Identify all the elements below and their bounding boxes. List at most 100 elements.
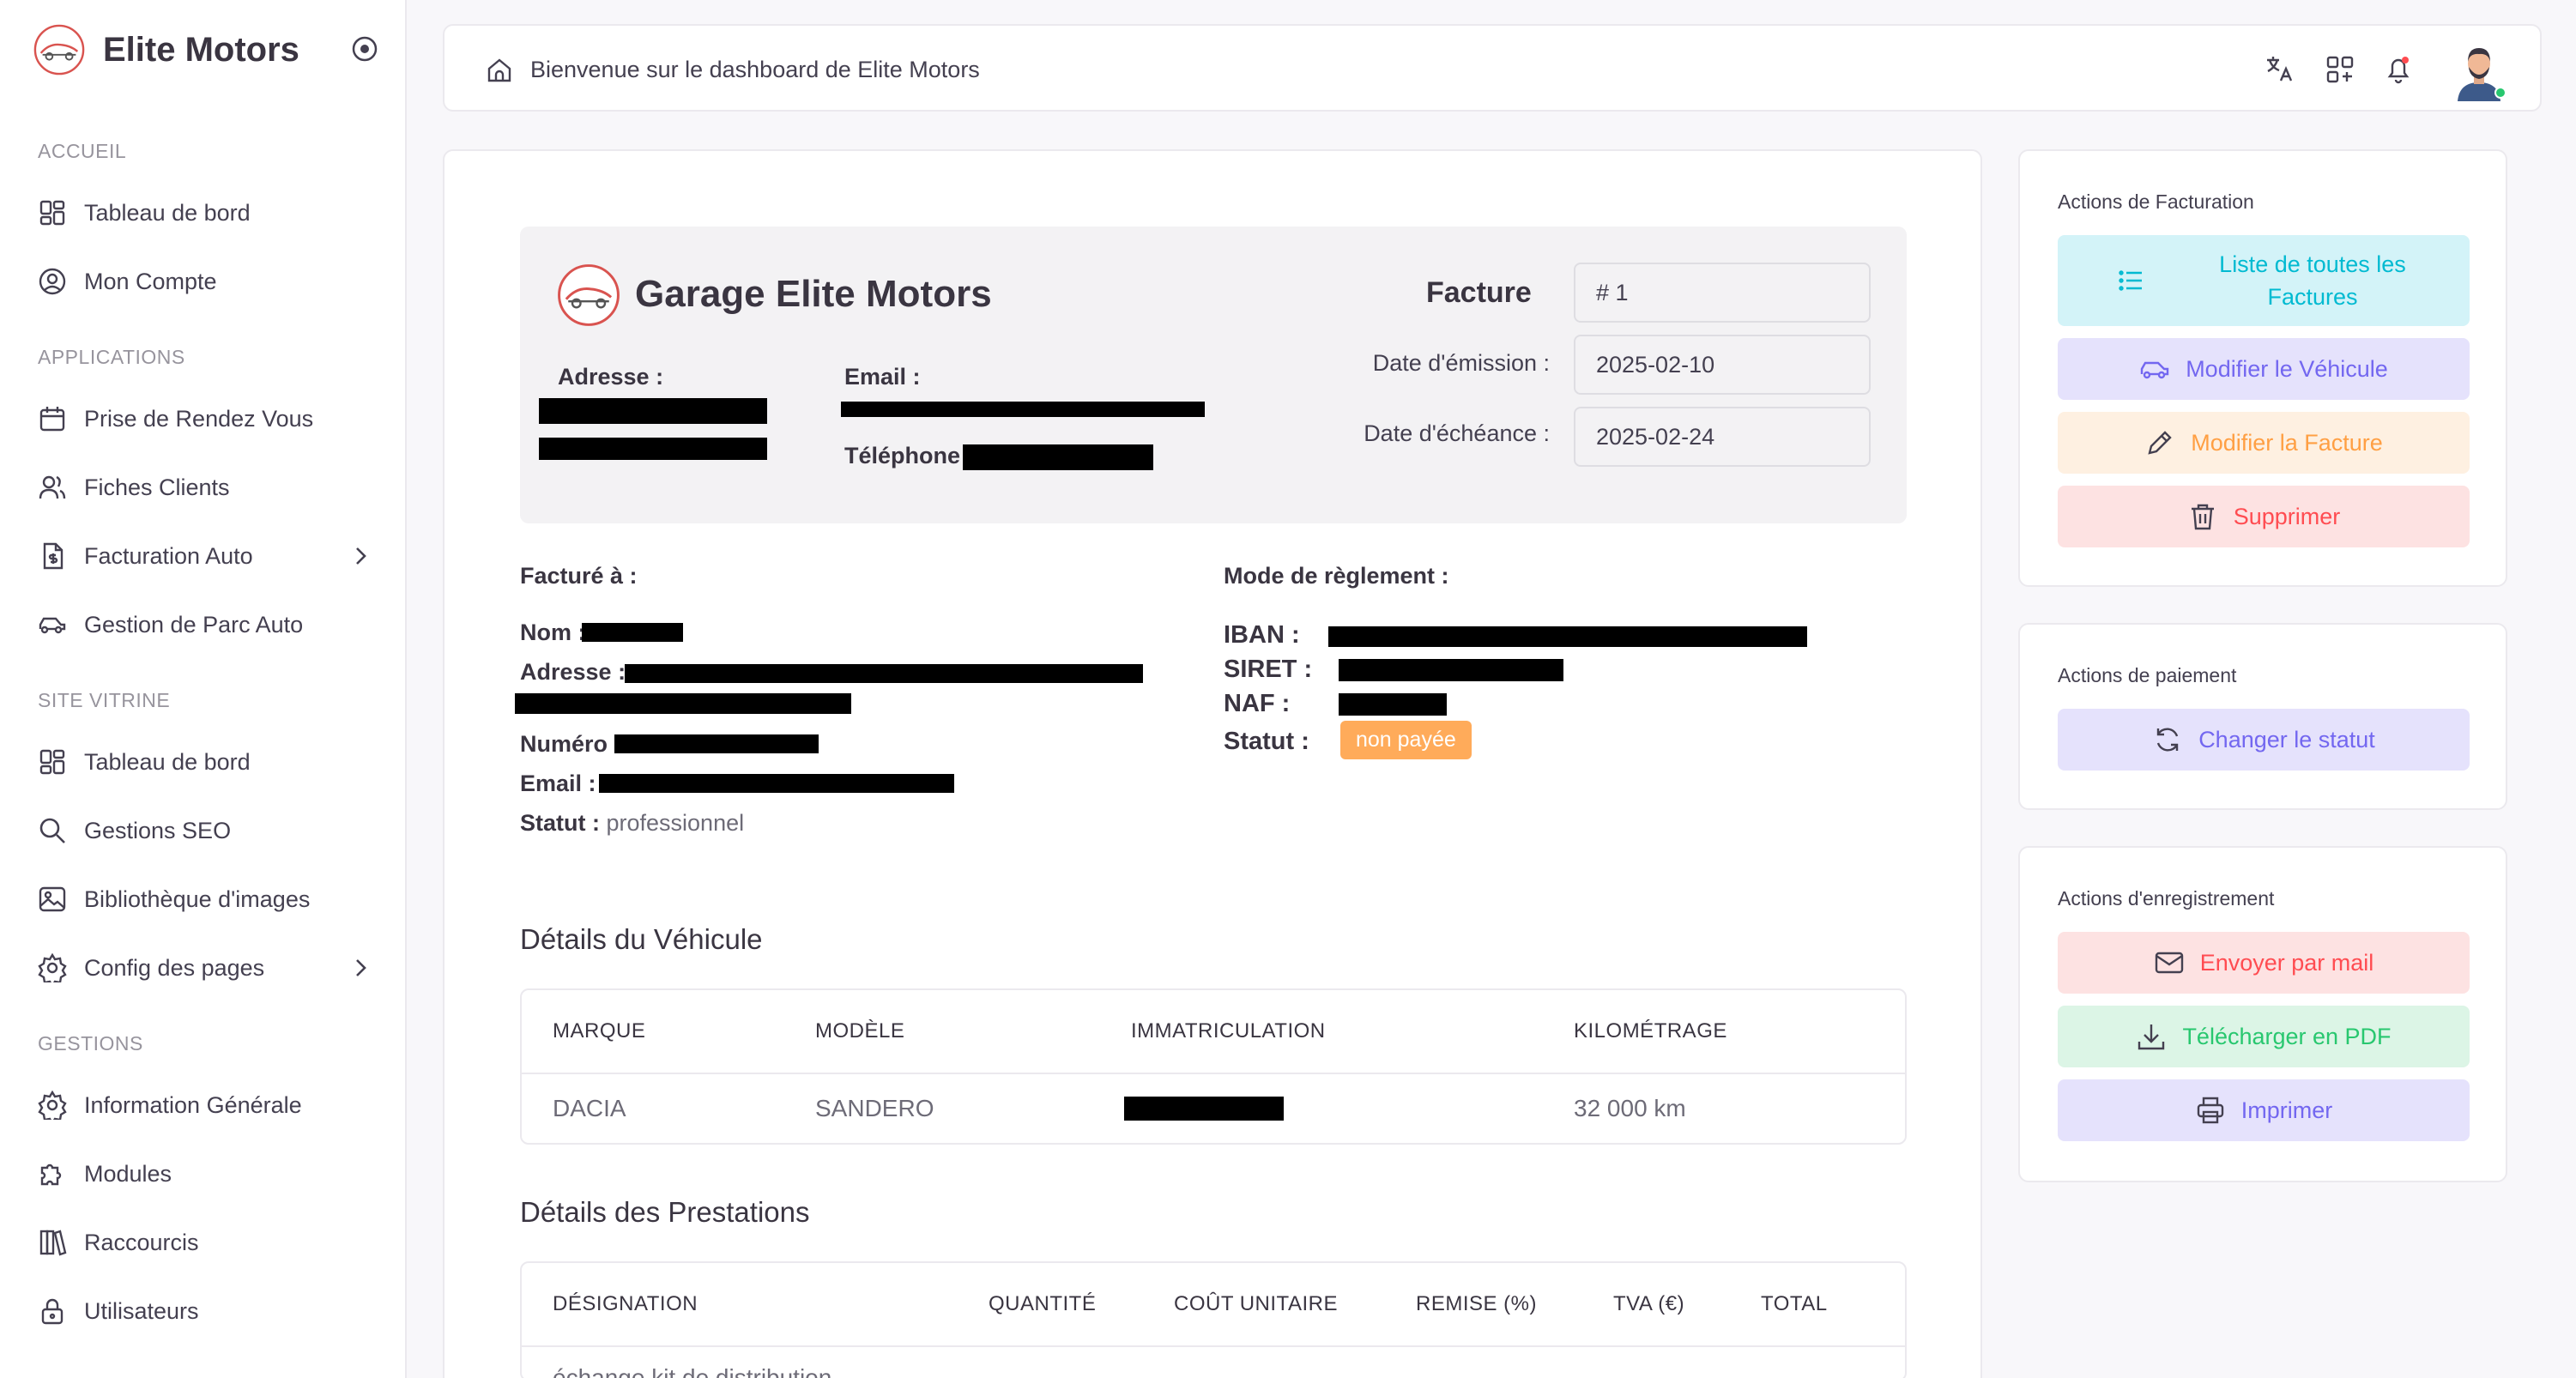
invoice-card: Garage Elite Motors Adresse : Email : Té…: [443, 149, 1982, 1378]
sidebar-item-facturation-auto[interactable]: Facturation Auto: [38, 532, 372, 580]
button-label: Envoyer par mail: [2199, 949, 2374, 976]
invoice-icon: [43, 542, 63, 570]
sidebar-item-label: Tableau de bord: [84, 748, 251, 775]
vehicle-details-title: Détails du Véhicule: [520, 923, 763, 955]
edit-vehicle-button[interactable]: Modifier le Véhicule: [2058, 338, 2470, 400]
redacted-address-line-1: [539, 398, 767, 424]
notification-bell-icon[interactable]: [2382, 53, 2415, 86]
avatar[interactable]: [2449, 38, 2509, 101]
lock-icon: [41, 1298, 63, 1325]
sidebar-item-label: Tableau de bord: [84, 199, 251, 226]
welcome-text: Bienvenue sur le dashboard de Elite Moto…: [530, 57, 980, 82]
sidebar-item-label: Mon Compte: [84, 268, 217, 294]
column-header: MODÈLE: [815, 1019, 905, 1043]
dashboard-icon: [39, 749, 65, 775]
edit-invoice-button[interactable]: Modifier la Facture: [2058, 412, 2470, 474]
payment-mode-title: Mode de règlement :: [1224, 563, 1449, 589]
column-header: DÉSIGNATION: [553, 1292, 698, 1315]
column-header: QUANTITÉ: [989, 1292, 1097, 1315]
redacted-iban: [1328, 626, 1807, 647]
brand-name: Elite Motors: [103, 30, 299, 69]
change-status-button[interactable]: Changer le statut: [2058, 709, 2470, 771]
sidebar: Elite Motors ACCUEIL Tableau de bord Mon…: [0, 0, 407, 1378]
billed-numero: Numéro :: [520, 731, 622, 757]
section-gestions: GESTIONS: [38, 1032, 143, 1055]
button-label: Modifier le Véhicule: [2186, 355, 2388, 382]
dashboard-icon: [39, 200, 65, 226]
redacted-siret: [1339, 659, 1563, 681]
sidebar-item-mon-compte[interactable]: Mon Compte: [38, 257, 372, 305]
chevron-right-icon: [356, 959, 366, 976]
settings-icon: [38, 953, 67, 982]
billed-statut: Statut : professionnel: [520, 810, 745, 836]
sidebar-item-tableau-de-bord-vitrine[interactable]: Tableau de bord: [38, 738, 372, 786]
column-header: COÛT UNITAIRE: [1174, 1292, 1338, 1315]
car-logo-icon: [33, 24, 85, 76]
sidebar-item-label: Gestions SEO: [84, 817, 232, 843]
divider: [522, 1073, 1905, 1074]
echeance-label: Date d'échéance :: [1364, 420, 1550, 446]
sidebar-item-parc-auto[interactable]: Gestion de Parc Auto: [38, 601, 372, 649]
calendar-icon: [39, 407, 65, 432]
redacted-numero: [614, 734, 819, 753]
redacted-email: [841, 402, 1205, 417]
sidebar-item-utilisateurs[interactable]: Utilisateurs: [38, 1287, 372, 1335]
sidebar-item-modules[interactable]: Modules: [38, 1150, 372, 1198]
vehicle-table: MARQUE MODÈLE IMMATRICULATION KILOMÉTRAG…: [520, 988, 1907, 1145]
sidebar-item-config-pages[interactable]: Config des pages: [38, 944, 372, 992]
sidebar-item-label: Information Générale: [84, 1091, 302, 1118]
billing-actions-title: Actions de Facturation: [2058, 190, 2254, 213]
save-actions-title: Actions d'enregistrement: [2058, 887, 2275, 910]
redacted-phone: [963, 444, 1153, 470]
redacted-adresse-1: [625, 664, 1143, 683]
address-label: Adresse :: [558, 364, 664, 390]
echeance-date-field[interactable]: 2025-02-24: [1574, 407, 1871, 467]
facture-label: Facture: [1426, 276, 1532, 309]
redacted-immatriculation: [1124, 1097, 1284, 1121]
sidebar-item-label: Bibliothèque d'images: [84, 885, 311, 912]
vehicle-marque: DACIA: [553, 1095, 626, 1121]
billed-email: Email :: [520, 771, 596, 796]
column-header: IMMATRICULATION: [1131, 1019, 1326, 1043]
car-icon: [39, 617, 66, 634]
print-button[interactable]: Imprimer: [2058, 1079, 2470, 1141]
delete-button[interactable]: Supprimer: [2058, 486, 2470, 547]
emission-date-field[interactable]: 2025-02-10: [1574, 335, 1871, 395]
brand[interactable]: Elite Motors: [33, 22, 393, 77]
billed-nom: Nom :: [520, 619, 586, 645]
button-label: Télécharger en PDF: [2182, 1023, 2392, 1049]
payment-actions-card: Actions de paiement Changer le statut: [2018, 623, 2507, 810]
translate-icon[interactable]: [2264, 53, 2296, 86]
facture-number-field[interactable]: # 1: [1574, 263, 1871, 323]
button-label: Imprimer: [2240, 1097, 2333, 1123]
user-circle-icon: [39, 268, 66, 295]
redacted-billed-email: [599, 774, 954, 793]
billing-actions-card: Actions de Facturation Liste de toutes l…: [2018, 149, 2507, 587]
invoice-list-button[interactable]: Liste de toutes les Factures: [2058, 235, 2470, 326]
send-mail-button[interactable]: Envoyer par mail: [2058, 932, 2470, 994]
apps-add-icon[interactable]: [2324, 53, 2356, 86]
redacted-nom: [582, 623, 683, 642]
search-icon: [39, 818, 65, 843]
sidebar-item-information-generale[interactable]: Information Générale: [38, 1081, 372, 1129]
sidebar-item-label: Fiches Clients: [84, 474, 230, 500]
divider: [522, 1345, 1905, 1347]
download-pdf-button[interactable]: Télécharger en PDF: [2058, 1006, 2470, 1067]
section-site-vitrine: SITE VITRINE: [38, 689, 171, 711]
billed-adresse: Adresse :: [520, 659, 626, 685]
sidebar-item-gestions-seo[interactable]: Gestions SEO: [38, 807, 372, 855]
topbar: Bienvenue sur le dashboard de Elite Moto…: [443, 24, 2542, 112]
services-table: DÉSIGNATION QUANTITÉ COÛT UNITAIRE REMIS…: [520, 1261, 1907, 1378]
pencil-icon: [2148, 431, 2172, 455]
sidebar-item-bibliotheque[interactable]: Bibliothèque d'images: [38, 875, 372, 923]
payment-statut: Statut :: [1224, 728, 1309, 755]
sidebar-item-label: Facturation Auto: [84, 542, 253, 569]
sidebar-item-rendez-vous[interactable]: Prise de Rendez Vous: [38, 395, 372, 443]
refresh-icon: [2156, 728, 2179, 752]
sidebar-item-raccourcis[interactable]: Raccourcis: [38, 1218, 372, 1266]
sidebar-item-fiches-clients[interactable]: Fiches Clients: [38, 463, 372, 511]
sidebar-item-label: Modules: [84, 1160, 172, 1187]
column-header: MARQUE: [553, 1019, 646, 1043]
sidebar-toggle-icon[interactable]: [350, 34, 379, 63]
sidebar-item-tableau-de-bord[interactable]: Tableau de bord: [38, 189, 372, 237]
